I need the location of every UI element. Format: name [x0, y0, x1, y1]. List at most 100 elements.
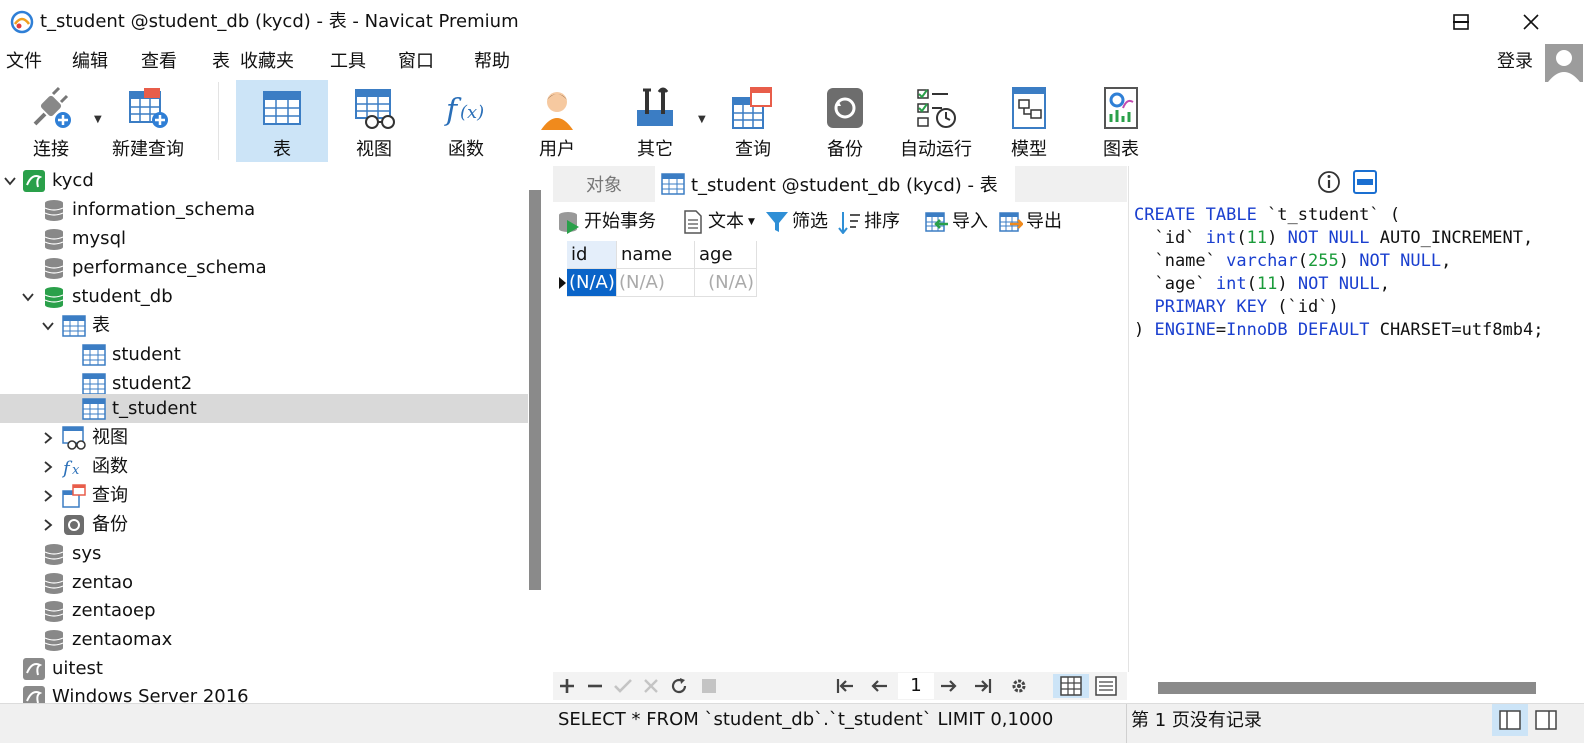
export-button[interactable]: 导出: [999, 210, 1062, 234]
tree-group-queries[interactable]: 查询: [0, 481, 528, 510]
status-page-info: 第 1 页没有记录: [1131, 710, 1262, 731]
next-page-icon[interactable]: [937, 674, 961, 698]
tree-group-views[interactable]: 视图: [0, 423, 528, 452]
text-dropdown-icon[interactable]: ▼: [748, 210, 755, 234]
tree-label: student_db: [72, 285, 173, 307]
chevron-right-icon[interactable]: [40, 488, 56, 504]
query-button[interactable]: 查询: [708, 80, 798, 162]
model-button[interactable]: 模型: [984, 80, 1074, 162]
function-button[interactable]: f (x) 函数: [420, 80, 512, 162]
document-icon: [681, 210, 705, 234]
delete-record-icon[interactable]: [583, 674, 607, 698]
panel-right-toggle-icon[interactable]: [1528, 704, 1564, 736]
ddl-code: CREATE TABLE `t_student` ( `id` int(11) …: [1134, 205, 1544, 340]
other-button[interactable]: 其它: [610, 80, 700, 162]
navigation-tree: kycd information_schema mysql performanc…: [0, 166, 528, 713]
tree-db-zentaoep[interactable]: zentaoep: [0, 596, 528, 625]
connect-dropdown-icon[interactable]: ▼: [94, 114, 102, 125]
tree-db-zentaomax[interactable]: zentaomax: [0, 625, 528, 654]
tree-connection-kycd[interactable]: kycd: [0, 166, 528, 195]
chevron-down-icon[interactable]: [20, 289, 36, 305]
tree-db-performance-schema[interactable]: performance_schema: [0, 253, 528, 282]
page-number-input[interactable]: 1: [898, 673, 934, 699]
text-view-button[interactable]: 文本 ▼: [681, 210, 755, 234]
previous-page-icon[interactable]: [867, 674, 891, 698]
tree-label: t_student: [112, 397, 197, 419]
discard-changes-icon[interactable]: [639, 674, 663, 698]
tree-table-student[interactable]: student: [0, 340, 528, 369]
other-dropdown-icon[interactable]: ▼: [698, 114, 706, 125]
user-avatar-icon[interactable]: [1545, 44, 1583, 82]
chevron-right-icon[interactable]: [40, 459, 56, 475]
tree-db-sys[interactable]: sys: [0, 539, 528, 568]
menu-tools[interactable]: 工具: [330, 50, 366, 74]
settings-gear-icon[interactable]: [1007, 674, 1031, 698]
automation-button[interactable]: 自动运行: [890, 80, 982, 162]
column-header-name[interactable]: name: [617, 241, 695, 269]
connect-button[interactable]: 连接: [8, 80, 94, 162]
filter-button[interactable]: 筛选: [765, 210, 828, 234]
cell-id[interactable]: (N/A): [567, 269, 617, 297]
chevron-down-icon[interactable]: [40, 318, 56, 334]
view-icon: [62, 425, 86, 450]
chevron-down-icon[interactable]: [2, 173, 18, 189]
ddl-icon[interactable]: [1353, 170, 1377, 194]
menu-help[interactable]: 帮助: [474, 50, 510, 74]
query-label: 查询: [735, 139, 771, 160]
view-button[interactable]: 视图: [328, 80, 420, 162]
menu-favorites[interactable]: 收藏夹: [240, 50, 294, 74]
tree-label: mysql: [72, 227, 126, 249]
navigation-scrollbar[interactable]: [529, 190, 541, 590]
chart-button[interactable]: 图表: [1076, 80, 1166, 162]
new-query-button[interactable]: 新建查询: [108, 80, 188, 162]
tree-db-student-db[interactable]: student_db: [0, 282, 528, 311]
add-record-icon[interactable]: [555, 674, 579, 698]
ddl-horizontal-scrollbar[interactable]: [1158, 682, 1536, 694]
backup-icon: [62, 513, 86, 537]
user-button[interactable]: 用户: [512, 80, 602, 162]
tree-db-zentao[interactable]: zentao: [0, 568, 528, 597]
menu-file[interactable]: 文件: [6, 50, 42, 74]
tree-label: 函数: [92, 455, 128, 477]
form-view-icon[interactable]: [1091, 674, 1121, 698]
tab-t-student[interactable]: t_student @student_db (kycd) - 表: [655, 166, 1015, 202]
sort-button[interactable]: 排序: [837, 210, 900, 234]
chevron-right-icon[interactable]: [40, 517, 56, 533]
apply-changes-icon[interactable]: [611, 674, 635, 698]
tree-db-mysql[interactable]: mysql: [0, 224, 528, 253]
menu-window[interactable]: 窗口: [398, 50, 434, 74]
maximize-button[interactable]: [1426, 0, 1496, 44]
stop-icon[interactable]: [697, 674, 721, 698]
tree-label: student: [112, 343, 181, 365]
last-page-icon[interactable]: [971, 674, 995, 698]
column-header-age[interactable]: age: [695, 241, 757, 269]
menu-table[interactable]: 表: [212, 50, 230, 74]
table-button[interactable]: 表: [236, 80, 328, 162]
column-header-id[interactable]: id: [567, 241, 617, 269]
tab-objects[interactable]: 对象: [553, 166, 655, 202]
database-icon: [42, 571, 66, 595]
panel-left-toggle-icon[interactable]: [1492, 704, 1528, 736]
menu-edit[interactable]: 编辑: [72, 50, 108, 74]
tree-connection-uitest[interactable]: uitest: [0, 654, 528, 683]
backup-button[interactable]: 备份: [800, 80, 890, 162]
tree-table-t-student[interactable]: t_student: [0, 394, 528, 423]
chevron-right-icon[interactable]: [40, 430, 56, 446]
first-page-icon[interactable]: [833, 674, 857, 698]
cell-age[interactable]: (N/A): [695, 269, 757, 297]
import-button[interactable]: 导入: [925, 210, 988, 234]
tree-group-functions[interactable]: fx 函数: [0, 452, 528, 481]
tree-label: zentao: [72, 571, 134, 593]
login-link[interactable]: 登录: [1497, 50, 1533, 74]
cell-name[interactable]: (N/A): [617, 269, 695, 297]
menu-view[interactable]: 查看: [141, 50, 177, 74]
begin-transaction-button[interactable]: 开始事务: [557, 210, 656, 234]
tree-group-backups[interactable]: 备份: [0, 510, 528, 539]
grid-view-icon[interactable]: [1053, 674, 1089, 698]
refresh-icon[interactable]: [667, 674, 691, 698]
close-button[interactable]: [1496, 0, 1566, 44]
tree-db-information-schema[interactable]: information_schema: [0, 195, 528, 224]
function-icon: f (x): [442, 84, 490, 132]
tree-group-tables[interactable]: 表: [0, 311, 528, 340]
info-icon[interactable]: [1317, 170, 1341, 194]
